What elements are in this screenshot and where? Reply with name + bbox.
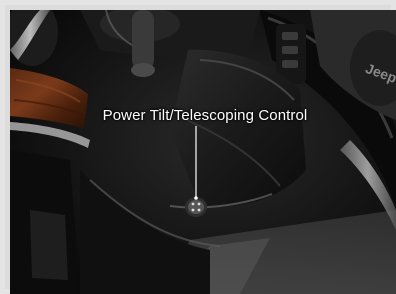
steering-column-photo: Jeep Power Tilt/Telescoping Control (10, 10, 396, 294)
callout-label: Power Tilt/Telescoping Control (102, 107, 308, 124)
callout-leader-line (194, 126, 198, 200)
image-frame: Jeep Power Tilt/Telescoping Control (0, 0, 396, 294)
